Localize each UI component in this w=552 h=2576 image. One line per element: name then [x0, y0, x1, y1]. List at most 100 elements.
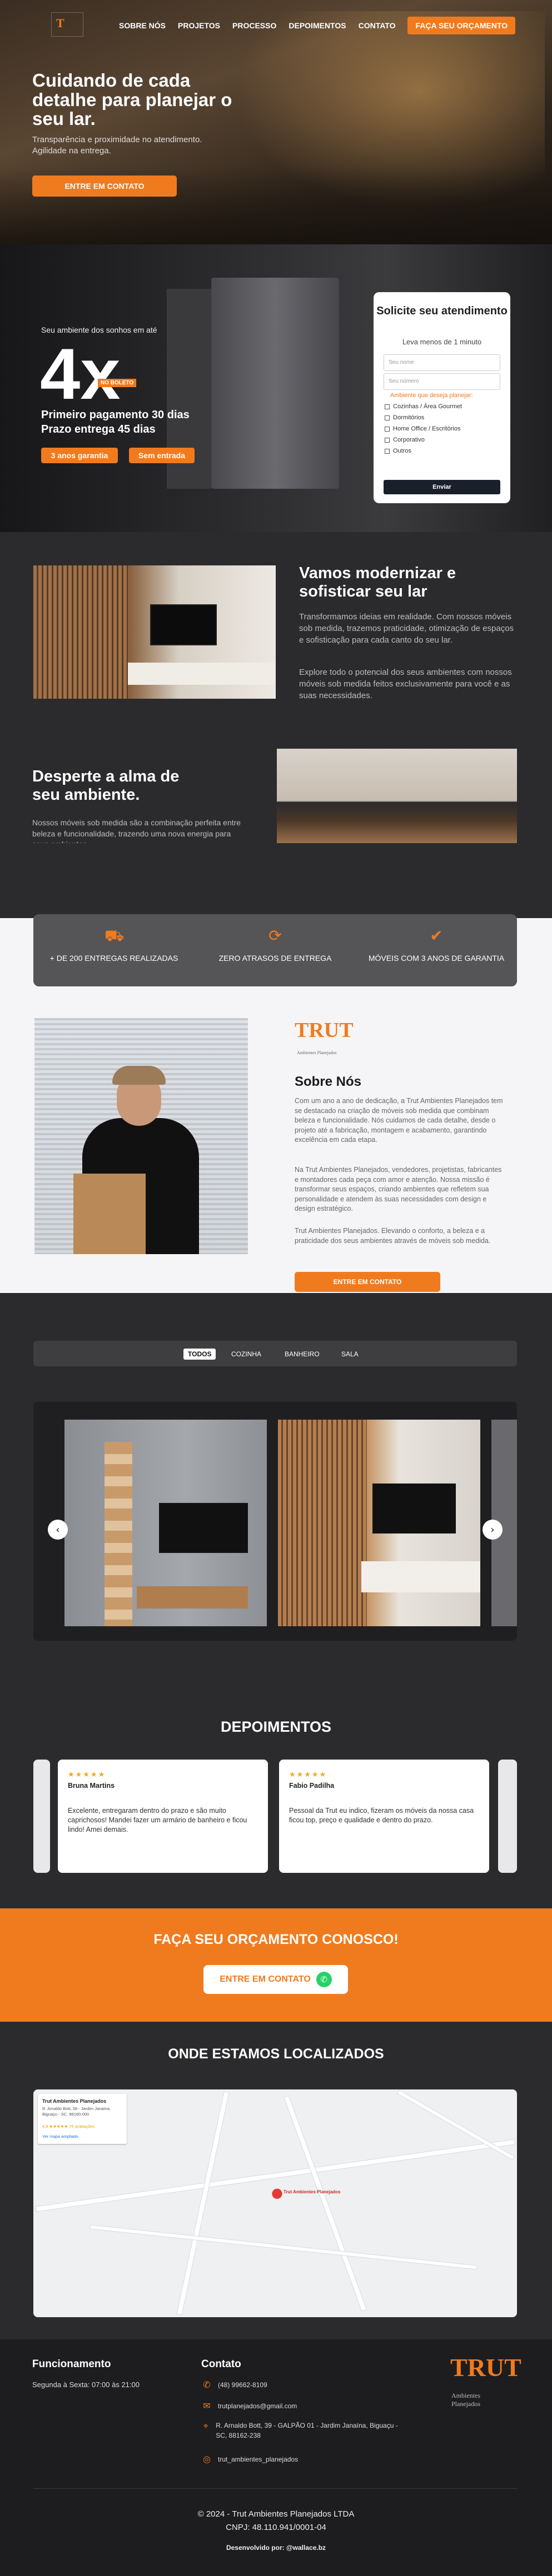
- form-title: Solicite seu atendimento: [376, 305, 508, 317]
- testimonials-title: DEPOIMENTOS: [220, 1718, 332, 1735]
- about-contact-button[interactable]: ENTRE EM CONTATO: [295, 1272, 440, 1292]
- tab-banheiro[interactable]: BANHEIRO: [280, 1349, 324, 1360]
- checkbox-icon[interactable]: [385, 404, 390, 409]
- nav-sobre[interactable]: SOBRE NÓS: [119, 21, 166, 30]
- checkbox-icon[interactable]: [385, 448, 390, 454]
- footer-copyright: © 2024 - Trut Ambientes Planejados LTDA: [197, 2509, 355, 2519]
- about-paragraph-3: Trut Ambientes Planejados. Elevando o co…: [295, 1227, 491, 1245]
- promo-pill-entrada: Sem entrada: [129, 448, 195, 463]
- tab-sala[interactable]: SALA: [337, 1349, 363, 1360]
- testimonial-text: Pessoal da Trut eu indico, fizeram os mó…: [289, 1807, 474, 1824]
- testimonial-name: Bruna Martins: [68, 1782, 115, 1790]
- phone-input[interactable]: Seu número: [384, 373, 500, 390]
- footer-address[interactable]: ⌖ R. Arnaldo Bott, 39 - GALPÃO 01 - Jardi…: [201, 2420, 401, 2440]
- checkbox-icon[interactable]: [385, 437, 390, 443]
- map-section: ONDE ESTAMOS LOCALIZADOS Trut Ambientes …: [0, 2022, 552, 2339]
- modern-paragraph-2: Explore todo o potencial dos seus ambien…: [299, 668, 512, 700]
- chevron-left-icon[interactable]: ‹: [48, 1520, 68, 1540]
- form-question: Ambiente que deseja planejar:: [390, 392, 473, 399]
- map-place-card: Trut Ambientes Planejados R. Arnaldo Bot…: [38, 2094, 127, 2144]
- hero-title: Cuidando de cada detalhe para planejar o…: [32, 70, 232, 129]
- footer-dev-credit[interactable]: Desenvolvido por: @wallace.bz: [0, 2544, 552, 2552]
- footer-email[interactable]: ✉ trutplanejados@gmail.com: [201, 2400, 297, 2412]
- gallery-tabs: TODOS COZINHA BANHEIRO SALA: [33, 1341, 517, 1366]
- map-larger-link[interactable]: Ver mapa ampliado: [42, 2134, 78, 2139]
- map-title: ONDE ESTAMOS LOCALIZADOS: [168, 2046, 384, 2062]
- option-home-office[interactable]: Home Office / Escritórios: [385, 425, 460, 432]
- stat-entregas: ⛟ + DE 200 ENTREGAS REALIZADAS: [49, 926, 178, 963]
- option-cozinhas[interactable]: Cozinhas / Área Gourmet: [385, 403, 462, 410]
- nav-orcamento-button[interactable]: FAÇA SEU ORÇAMENTO: [407, 17, 516, 34]
- living-room-image: [33, 565, 276, 699]
- check-circle-icon: ✔: [430, 926, 443, 945]
- lead-form: Solicite seu atendimento Leva menos de 1…: [374, 292, 510, 503]
- about-section: TRUT Ambientes Planejados Sobre Nós Com u…: [0, 993, 552, 1293]
- cta-section: FAÇA SEU ORÇAMENTO CONOSCO! ENTRE EM CON…: [0, 1908, 552, 2022]
- cta-title: FAÇA SEU ORÇAMENTO CONOSCO!: [153, 1932, 399, 1947]
- checkbox-icon[interactable]: [385, 426, 390, 432]
- awaken-title: Desperte a alma de seu ambiente.: [32, 768, 180, 804]
- nav-projetos[interactable]: PROJETOS: [178, 21, 220, 30]
- testimonial-text: Excelente, entregaram dentro do prazo e …: [68, 1807, 247, 1833]
- commercial-counter-image: [277, 749, 517, 843]
- tab-todos[interactable]: TODOS: [183, 1349, 216, 1360]
- hero-contact-button[interactable]: ENTRE EM CONTATO: [32, 176, 177, 197]
- checkbox-icon[interactable]: [385, 415, 390, 420]
- chevron-right-icon[interactable]: ›: [483, 1520, 503, 1540]
- truck-icon: ⛟: [105, 926, 125, 945]
- main-nav: SOBRE NÓS PROJETOS PROCESSO DEPOIMENTOS …: [119, 17, 516, 34]
- nav-processo[interactable]: PROCESSO: [232, 21, 276, 30]
- option-corporativo[interactable]: Corporativo: [385, 437, 425, 443]
- map-pin-label: Trut Ambientes Planejados: [284, 2189, 341, 2194]
- modern-title: Vamos modernizar e sofisticar seu lar: [299, 564, 456, 601]
- footer: Funcionamento Segunda à Sexta: 07:00 às …: [0, 2339, 552, 2576]
- whatsapp-icon: ✆: [316, 1972, 332, 1987]
- gallery-image-2[interactable]: [278, 1420, 480, 1626]
- footer-contact-title: Contato: [201, 2358, 241, 2370]
- testimonial-partial-left: [33, 1760, 50, 1873]
- footer-instagram[interactable]: ◎ trut_ambientes_planejados: [201, 2454, 298, 2465]
- option-outros[interactable]: Outros: [385, 448, 411, 454]
- promo-bg-fridge: [211, 278, 339, 489]
- mail-icon: ✉: [203, 2400, 211, 2411]
- nav-depoimentos[interactable]: DEPOIMENTOS: [289, 21, 346, 30]
- nav-contato[interactable]: CONTATO: [359, 21, 396, 30]
- footer-hours: Segunda à Sexta: 07:00 às 21:00: [32, 2380, 140, 2389]
- gallery-section: TODOS COZINHA BANHEIRO SALA ‹ ›: [0, 1293, 552, 1710]
- hero-section: T SOBRE NÓS PROJETOS PROCESSO DEPOIMENTO…: [0, 0, 552, 244]
- page: T SOBRE NÓS PROJETOS PROCESSO DEPOIMENTO…: [0, 0, 552, 2576]
- testimonial-card: ★★★★★ Bruna Martins Excelente, entregara…: [58, 1760, 268, 1873]
- promo-section: Seu ambiente dos sonhos em até 4x NO BOL…: [0, 244, 552, 532]
- instagram-icon: ◎: [203, 2454, 211, 2464]
- hero-subtitle: Transparência e proximidade no atendimen…: [32, 135, 202, 156]
- promo-badge: NO BOLETO: [98, 379, 137, 387]
- stat-atrasos: ⟳ ZERO ATRASOS DE ENTREGA: [218, 926, 332, 963]
- modern-section: Vamos modernizar e sofisticar seu lar Tr…: [0, 532, 552, 843]
- gallery-image-1[interactable]: [64, 1420, 267, 1626]
- cta-whatsapp-button[interactable]: ENTRE EM CONTATO ✆: [203, 1965, 348, 1994]
- embedded-map[interactable]: Trut Ambientes Planejados R. Arnaldo Bot…: [33, 2089, 517, 2317]
- footer-cnpj: CNPJ: 48.110.941/0001-04: [226, 2523, 326, 2532]
- name-input[interactable]: Seu nome: [384, 354, 500, 371]
- about-title: Sobre Nós: [295, 1074, 362, 1089]
- promo-installments: 4x: [40, 333, 121, 414]
- header-logo[interactable]: T: [51, 12, 83, 37]
- location-pin-icon: ⌖: [203, 2420, 208, 2431]
- about-logo: TRUT Ambientes Planejados: [295, 1019, 354, 1055]
- testimonial-card: ★★★★★ Fabio Padilha Pessoal da Trut eu i…: [279, 1760, 489, 1873]
- testimonials-section: DEPOIMENTOS ★★★★★ Bruna Martins Excelent…: [0, 1710, 552, 1908]
- promo-line-2: Prazo entrega 45 dias: [41, 423, 156, 435]
- modern-paragraph-1: Transformamos ideias em realidade. Com n…: [299, 612, 514, 645]
- awaken-paragraph: Nossos móveis sob medida são a combinaçã…: [32, 818, 241, 843]
- map-pin-icon[interactable]: ●: [271, 2185, 283, 2201]
- stats-section: ⛟ + DE 200 ENTREGAS REALIZADAS ⟳ ZERO AT…: [0, 843, 552, 993]
- footer-logo: TRUT Ambientes Planejados: [450, 2353, 521, 2408]
- footer-phone[interactable]: ✆ (48) 99662-8109: [201, 2379, 267, 2390]
- promo-pill-garantia: 3 anos garantia: [41, 448, 118, 463]
- tab-cozinha[interactable]: COZINHA: [227, 1349, 266, 1360]
- option-dormitorios[interactable]: Dormitórios: [385, 414, 424, 421]
- form-send-button[interactable]: Enviar: [384, 480, 500, 494]
- rating-stars: ★★★★★: [289, 1771, 327, 1779]
- stat-garantia: ✔ MÓVEIS COM 3 ANOS DE GARANTIA: [368, 926, 505, 963]
- testimonial-partial-right: [498, 1760, 517, 1873]
